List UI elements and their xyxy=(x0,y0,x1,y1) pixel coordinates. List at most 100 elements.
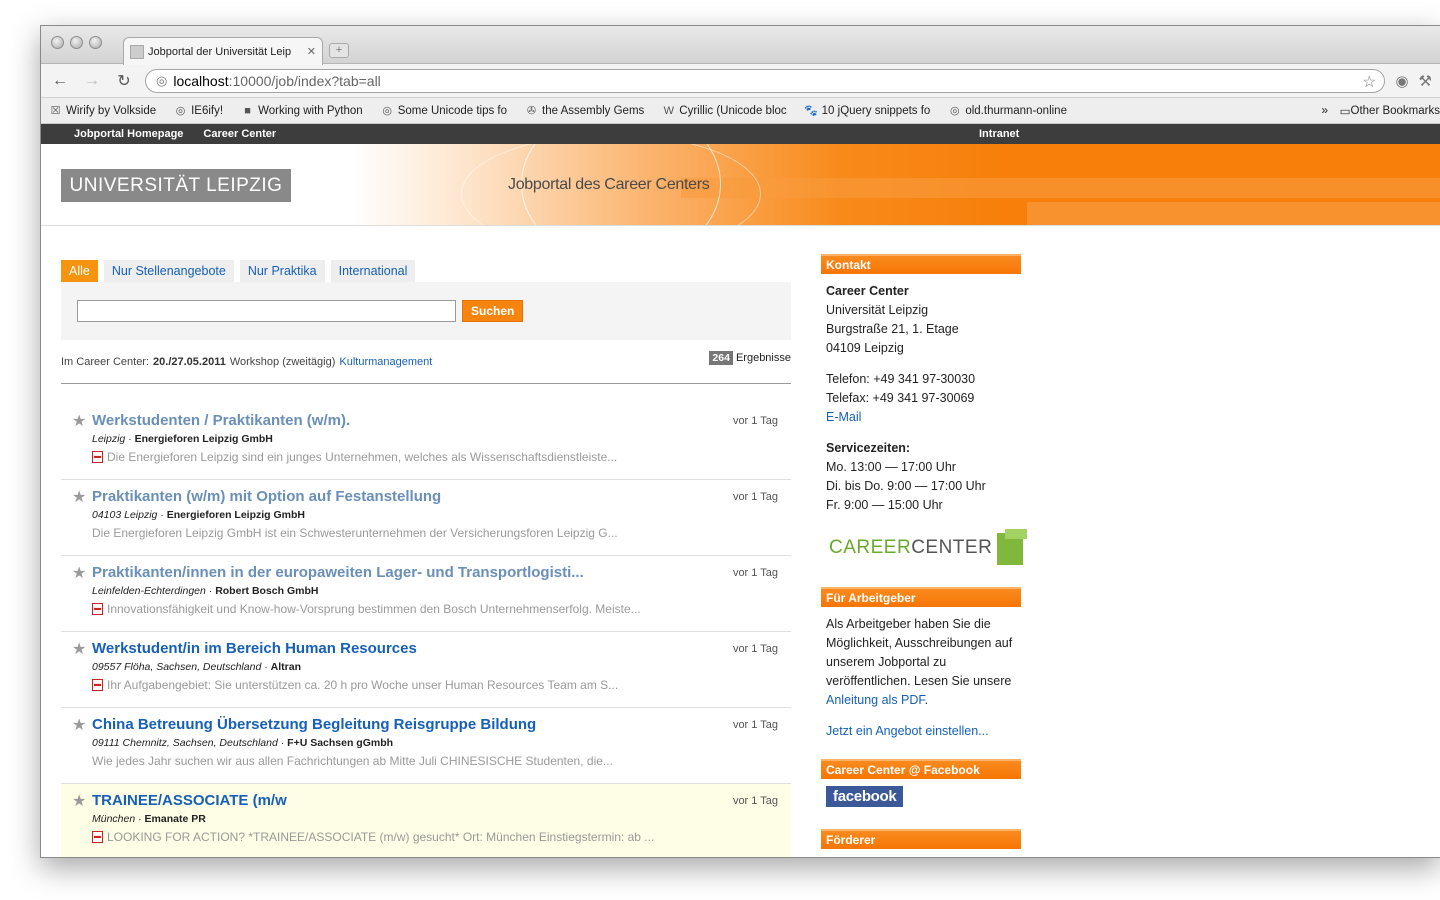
job-list: ★ Werkstudenten / Praktikanten (w/m). Leip… xyxy=(61,404,791,857)
favorite-star-icon[interactable]: ★ xyxy=(72,487,86,507)
job-meta: 09111 Chemnitz, Sachsen, Deutschland · F… xyxy=(92,737,394,749)
email-link[interactable]: E-Mail xyxy=(826,410,861,424)
address-line: 04109 Leipzig xyxy=(826,341,904,355)
filter-tabs: Alle Nur Stellenangebote Nur Praktika Inter… xyxy=(61,260,791,282)
favorite-star-icon[interactable]: ★ xyxy=(72,411,86,431)
tab-international[interactable]: International xyxy=(330,260,416,282)
job-company: Emanate PR xyxy=(144,813,206,825)
search-input[interactable] xyxy=(77,300,456,322)
info-event: Workshop (zweitägig) xyxy=(229,356,336,368)
job-title-link[interactable]: Werkstudenten / Praktikanten (w/m). xyxy=(92,412,791,430)
pdf-icon[interactable]: ▬ xyxy=(92,679,103,691)
bookmark-item[interactable]: ■ Working with Python xyxy=(241,104,363,117)
tab-nur-praktika[interactable]: Nur Praktika xyxy=(239,260,325,282)
wrench-icon[interactable]: ⚒ xyxy=(1419,72,1432,90)
bookmark-favicon-icon: ■ xyxy=(244,104,251,117)
url-path: :10000/job/index?tab=all xyxy=(228,72,381,89)
bookmark-favicon-icon: ☒ xyxy=(50,105,61,117)
info-prefix: Im Career Center: xyxy=(61,356,150,368)
job-meta: München · Emanate PR xyxy=(92,813,206,825)
pdf-icon[interactable]: ▬ xyxy=(92,603,103,615)
sidebar: Kontakt Career Center Universität Leipzi… xyxy=(821,254,1028,849)
search-button[interactable]: Suchen xyxy=(462,300,524,322)
reload-icon[interactable]: ↻ xyxy=(113,71,135,91)
job-title-link[interactable]: Praktikanten (w/m) mit Option auf Festan… xyxy=(92,488,791,506)
address-bar[interactable]: ◎ localhost:10000/job/index?tab=all ☆ xyxy=(145,68,1386,93)
tab-nur-stellenangebote[interactable]: Nur Stellenangebote xyxy=(103,260,234,282)
minimize-window-button[interactable] xyxy=(70,36,83,49)
bookmark-favicon-icon: ◎ xyxy=(382,105,392,117)
job-description-text: Die Energieforen Leipzig GmbH ist ein Sc… xyxy=(92,526,618,540)
arbeitgeber-heading: Für Arbeitgeber xyxy=(821,587,1021,607)
results-counter: 264 Ergebnisse xyxy=(709,351,791,365)
career-center-info: Im Career Center: 20./27.05.2011 Worksho… xyxy=(61,350,791,384)
bookmark-label: Working with Python xyxy=(258,104,363,117)
job-company: F+U Sachsen gGmbh xyxy=(287,737,394,749)
bookmark-item[interactable]: ◎ IE6ify! xyxy=(174,104,223,118)
bookmark-item[interactable]: ◎ Some Unicode tips fo xyxy=(381,104,507,118)
favorite-star-icon[interactable]: ★ xyxy=(72,639,86,659)
job-location: München xyxy=(92,813,136,825)
pdf-icon[interactable]: ▬ xyxy=(92,451,103,463)
browser-tab[interactable]: Jobportal der Universität Leip ✕ xyxy=(123,37,323,65)
job-company: Altran xyxy=(270,661,301,673)
job-description-text: Wie jedes Jahr suchen wir aus allen Fach… xyxy=(92,754,613,768)
window-controls xyxy=(51,36,102,49)
tab-alle[interactable]: Alle xyxy=(61,260,98,282)
banner-stripe xyxy=(681,178,1440,198)
job-title-link[interactable]: China Betreuung Übersetzung Begleitung R… xyxy=(92,716,791,734)
job-location: 09111 Chemnitz, Sachsen, Deutschland xyxy=(92,737,278,749)
favorite-star-icon[interactable]: ★ xyxy=(72,791,86,811)
anleitung-pdf-link[interactable]: Anleitung als PDF xyxy=(826,693,925,707)
career-center-logo[interactable]: CAREERCENTER xyxy=(829,529,1028,565)
facebook-button[interactable]: facebook xyxy=(826,786,904,807)
bookmarks-overflow-button[interactable]: » xyxy=(1321,103,1328,117)
bookmark-item[interactable]: ◎ old.thurmann-online xyxy=(948,104,1067,118)
job-location: Leipzig xyxy=(92,433,126,445)
favorite-star-icon[interactable]: ★ xyxy=(72,563,86,583)
page-menu-icon[interactable]: ◉ xyxy=(1395,72,1408,90)
cc-logo-career: CAREER xyxy=(829,536,912,558)
bookmark-item[interactable]: ☒ Wirify by Volkside xyxy=(49,104,157,118)
angebot-einstellen-link[interactable]: Jetzt ein Angebot einstellen... xyxy=(826,724,989,738)
job-title-link[interactable]: Werkstudent/in im Bereich Human Resource… xyxy=(92,640,791,658)
bookmark-item[interactable]: ✇ the Assembly Gems xyxy=(525,104,644,118)
back-arrow-icon[interactable]: ← xyxy=(49,72,71,90)
bookmark-item[interactable]: 🐾 10 jQuery snippets fo xyxy=(804,104,930,118)
job-title-link[interactable]: Praktikanten/innen in der europaweiten L… xyxy=(92,564,791,582)
address-line: Universität Leipzig xyxy=(826,303,929,317)
forward-arrow-icon[interactable]: → xyxy=(81,72,103,90)
bookmark-label: Wirify by Volkside xyxy=(66,104,157,117)
bookmark-star-icon[interactable]: ☆ xyxy=(1362,72,1376,92)
job-description-text: Ihr Aufgabengebiet: Sie unterstützen ca.… xyxy=(107,678,619,692)
page-info-icon[interactable]: ◎ xyxy=(156,73,167,89)
desktop: Jobportal der Universität Leip ✕ + ← → ↻… xyxy=(0,0,1440,900)
page-favicon-icon xyxy=(130,44,144,59)
nav-jobportal-homepage[interactable]: Jobportal Homepage xyxy=(74,128,183,140)
job-age: vor 1 Tag xyxy=(732,567,778,579)
zoom-window-button[interactable] xyxy=(89,36,102,49)
telefax: Telefax: +49 341 97-30069 xyxy=(826,391,975,405)
university-logo[interactable]: UNIVERSITÄT LEIPZIG xyxy=(61,169,291,202)
bookmark-favicon-icon: W xyxy=(663,104,674,117)
nav-intranet[interactable]: Intranet xyxy=(979,128,1019,140)
job-title-link[interactable]: TRAINEE/ASSOCIATE (m/w xyxy=(92,792,791,810)
tab-title: Jobportal der Universität Leip xyxy=(148,45,292,58)
favorite-star-icon[interactable]: ★ xyxy=(72,715,86,735)
nav-career-center[interactable]: Career Center xyxy=(203,128,276,140)
bookmark-item[interactable]: W Cyrillic (Unicode bloc xyxy=(662,104,787,117)
new-tab-button[interactable]: + xyxy=(329,43,349,58)
job-description-text: Die Energieforen Leipzig sind ein junges… xyxy=(107,450,618,464)
job-row: ★ Werkstudent/in im Bereich Human Resourc… xyxy=(61,632,791,708)
job-description: ▬ Innovationsfähigkeit und Know-how-Vorsp… xyxy=(92,602,791,616)
close-window-button[interactable] xyxy=(51,36,64,49)
arbeitgeber-text: Als Arbeitgeber haben Sie die Möglichkei… xyxy=(826,617,1013,688)
pdf-icon[interactable]: ▬ xyxy=(92,831,103,843)
job-location: 04103 Leipzig xyxy=(92,509,158,521)
close-tab-icon[interactable]: ✕ xyxy=(307,45,316,58)
foerderer-heading: Förderer xyxy=(821,829,1021,849)
browser-toolbar: ← → ↻ ◎ localhost:10000/job/index?tab=al… xyxy=(41,64,1440,98)
other-bookmarks[interactable]: ▭ Other Bookmarks xyxy=(1335,98,1440,123)
web-page: Jobportal Homepage Career Center Intrane… xyxy=(41,124,1440,857)
info-link[interactable]: Kulturmanagement xyxy=(339,356,432,368)
